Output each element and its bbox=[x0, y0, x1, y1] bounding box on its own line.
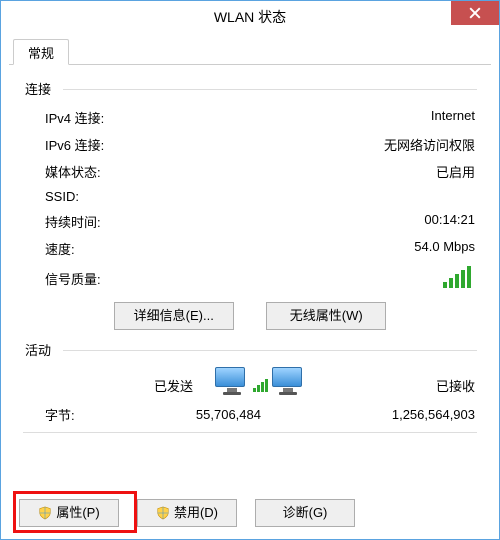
speed-value: 54.0 Mbps bbox=[414, 239, 475, 258]
duration-label: 持续时间: bbox=[45, 212, 101, 231]
row-ipv4: IPv4 连接: Internet bbox=[19, 104, 481, 131]
speed-label: 速度: bbox=[45, 239, 75, 258]
diagnose-button[interactable]: 诊断(G) bbox=[255, 499, 355, 527]
recv-label: 已接收 bbox=[305, 376, 475, 395]
ipv6-value: 无网络访问权限 bbox=[384, 135, 475, 154]
connection-button-row: 详细信息(E)... 无线属性(W) bbox=[19, 302, 481, 330]
activity-group: 活动 已发送 已接收 字节: 55,706,484 1,256,564,903 bbox=[19, 340, 481, 426]
dialog-body: 连接 IPv4 连接: Internet IPv6 连接: 无网络访问权限 媒体… bbox=[1, 65, 499, 447]
close-icon bbox=[469, 7, 481, 19]
close-button[interactable] bbox=[451, 1, 499, 25]
monitor-sent-icon bbox=[215, 367, 249, 395]
media-label: 媒体状态: bbox=[45, 162, 101, 181]
connection-group: 连接 IPv4 连接: Internet IPv6 连接: 无网络访问权限 媒体… bbox=[19, 79, 481, 330]
duration-value: 00:14:21 bbox=[424, 212, 475, 231]
bytes-label: 字节: bbox=[45, 405, 105, 424]
properties-button[interactable]: 属性(P) bbox=[19, 499, 119, 527]
wireless-properties-button[interactable]: 无线属性(W) bbox=[266, 302, 386, 330]
signal-bars-icon bbox=[443, 266, 471, 288]
bytes-recv-value: 1,256,564,903 bbox=[319, 407, 475, 422]
mini-signal-icon bbox=[253, 379, 268, 392]
connection-group-title: 连接 bbox=[19, 79, 481, 98]
details-button[interactable]: 详细信息(E)... bbox=[114, 302, 234, 330]
row-speed: 速度: 54.0 Mbps bbox=[19, 235, 481, 262]
tab-general[interactable]: 常规 bbox=[13, 39, 69, 65]
ssid-label: SSID: bbox=[45, 189, 79, 204]
bytes-sent-value: 55,706,484 bbox=[105, 407, 279, 422]
shield-icon bbox=[38, 506, 52, 520]
tabstrip: 常规 bbox=[9, 39, 491, 65]
activity-icons bbox=[215, 367, 305, 395]
bottom-button-row: 属性(P) 禁用(D) 诊断(G) bbox=[19, 499, 355, 527]
sent-label: 已发送 bbox=[45, 376, 215, 395]
titlebar: WLAN 状态 bbox=[1, 1, 499, 33]
row-duration: 持续时间: 00:14:21 bbox=[19, 208, 481, 235]
row-signal: 信号质量: bbox=[19, 262, 481, 292]
disable-button[interactable]: 禁用(D) bbox=[137, 499, 237, 527]
ipv4-value: Internet bbox=[431, 108, 475, 127]
shield-icon bbox=[156, 506, 170, 520]
wlan-status-window: WLAN 状态 常规 连接 IPv4 连接: Internet IPv6 连接:… bbox=[0, 0, 500, 540]
window-title: WLAN 状态 bbox=[1, 7, 499, 27]
row-media: 媒体状态: 已启用 bbox=[19, 158, 481, 185]
signal-label: 信号质量: bbox=[45, 269, 101, 288]
activity-group-title: 活动 bbox=[19, 340, 481, 359]
monitor-recv-icon bbox=[272, 367, 306, 395]
row-ssid: SSID: bbox=[19, 185, 481, 208]
separator bbox=[23, 432, 477, 433]
bytes-row: 字节: 55,706,484 1,256,564,903 bbox=[19, 397, 481, 426]
row-ipv6: IPv6 连接: 无网络访问权限 bbox=[19, 131, 481, 158]
media-value: 已启用 bbox=[436, 162, 475, 181]
activity-header-row: 已发送 已接收 bbox=[19, 365, 481, 397]
ipv4-label: IPv4 连接: bbox=[45, 108, 104, 127]
ipv6-label: IPv6 连接: bbox=[45, 135, 104, 154]
tab-general-label: 常规 bbox=[28, 43, 54, 62]
